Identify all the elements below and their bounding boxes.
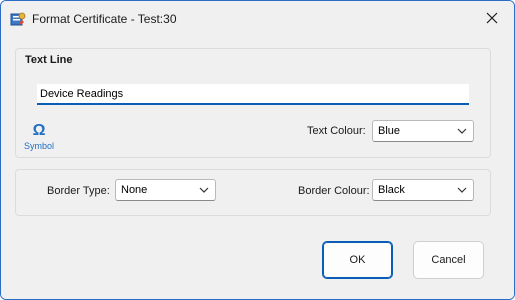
border-type-value: None bbox=[121, 184, 148, 196]
chevron-down-icon bbox=[457, 187, 467, 193]
dialog-body: Text Line Ω Symbol Text Colour: Blue Bor… bbox=[1, 36, 514, 299]
border-colour-select[interactable]: Black bbox=[372, 179, 474, 201]
text-line-input[interactable] bbox=[37, 84, 469, 105]
symbol-label: Symbol bbox=[23, 141, 54, 151]
omega-icon: Ω bbox=[32, 122, 46, 139]
close-button[interactable] bbox=[470, 1, 514, 35]
text-line-group: Text Line Ω Symbol Text Colour: Blue bbox=[15, 48, 491, 158]
border-group: Border Type: None Border Colour: Black bbox=[15, 169, 491, 216]
format-certificate-dialog: Format Certificate - Test:30 Text Line Ω… bbox=[0, 0, 515, 300]
chevron-down-icon bbox=[199, 187, 209, 193]
text-colour-value: Blue bbox=[378, 125, 401, 137]
text-colour-label: Text Colour: bbox=[307, 125, 366, 137]
chevron-down-icon bbox=[457, 128, 467, 134]
border-type-label: Border Type: bbox=[47, 185, 110, 197]
close-icon bbox=[486, 12, 498, 24]
text-colour-select[interactable]: Blue bbox=[372, 120, 474, 142]
cancel-button[interactable]: Cancel bbox=[413, 241, 484, 279]
certificate-icon bbox=[10, 12, 26, 26]
border-colour-label: Border Colour: bbox=[298, 185, 370, 197]
text-line-group-title: Text Line bbox=[25, 54, 73, 66]
title-bar: Format Certificate - Test:30 bbox=[1, 1, 514, 36]
border-colour-value: Black bbox=[378, 184, 405, 196]
border-type-select[interactable]: None bbox=[115, 179, 216, 201]
window-title: Format Certificate - Test:30 bbox=[32, 12, 177, 26]
symbol-button[interactable]: Ω Symbol bbox=[21, 122, 57, 156]
ok-button[interactable]: OK bbox=[322, 241, 393, 279]
